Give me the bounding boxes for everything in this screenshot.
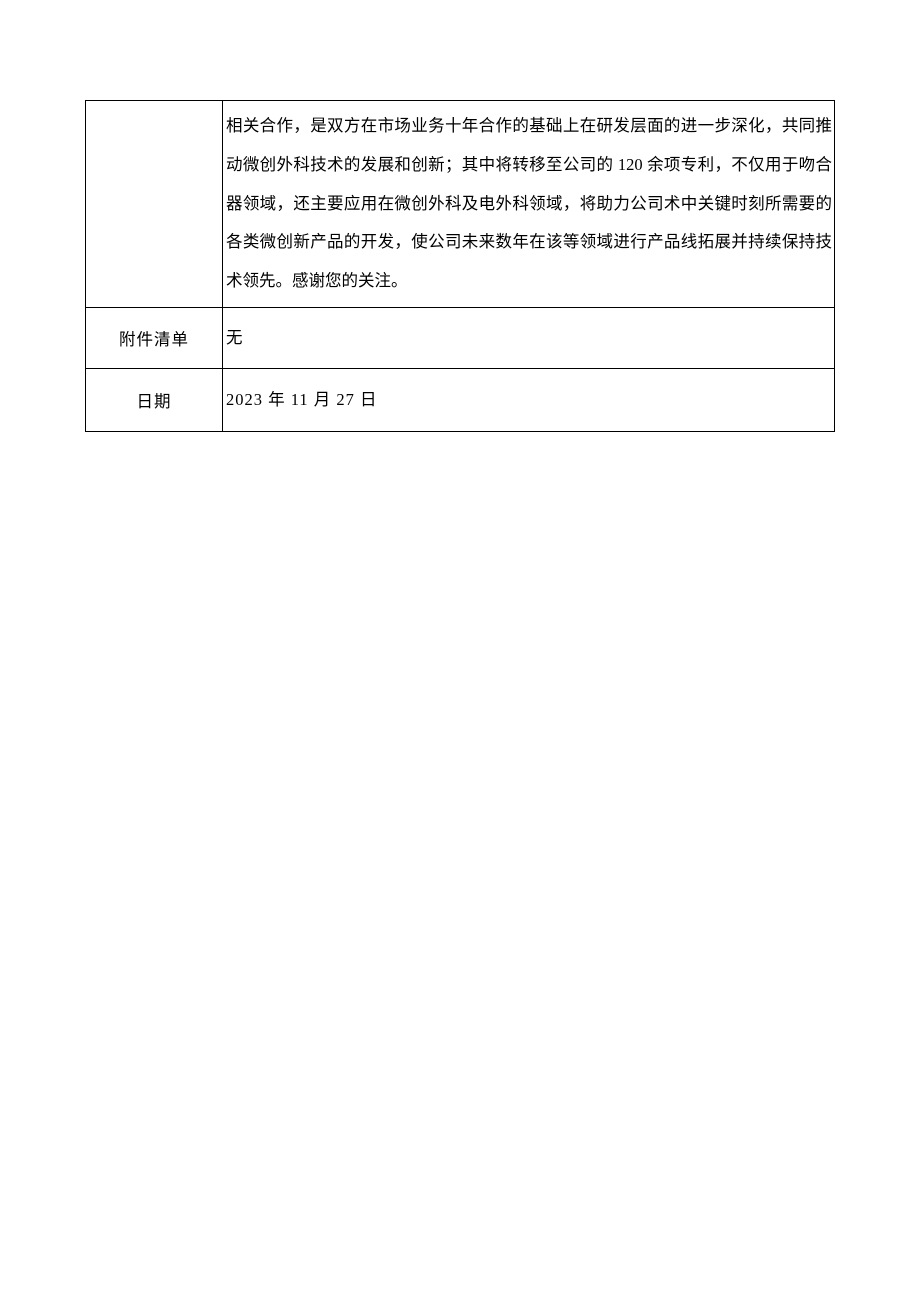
table-row: 日期 2023 年 11 月 27 日: [86, 368, 835, 431]
table-row: 相关合作，是双方在市场业务十年合作的基础上在研发层面的进一步深化，共同推动微创外…: [86, 101, 835, 308]
row-content-date: 2023 年 11 月 27 日: [223, 368, 835, 431]
document-table: 相关合作，是双方在市场业务十年合作的基础上在研发层面的进一步深化，共同推动微创外…: [85, 100, 835, 432]
row-label-date: 日期: [86, 368, 223, 431]
row-content-attachment: 无: [223, 307, 835, 368]
row-label: [86, 101, 223, 308]
row-label-attachment: 附件清单: [86, 307, 223, 368]
table-row: 附件清单 无: [86, 307, 835, 368]
row-content: 相关合作，是双方在市场业务十年合作的基础上在研发层面的进一步深化，共同推动微创外…: [223, 101, 835, 308]
